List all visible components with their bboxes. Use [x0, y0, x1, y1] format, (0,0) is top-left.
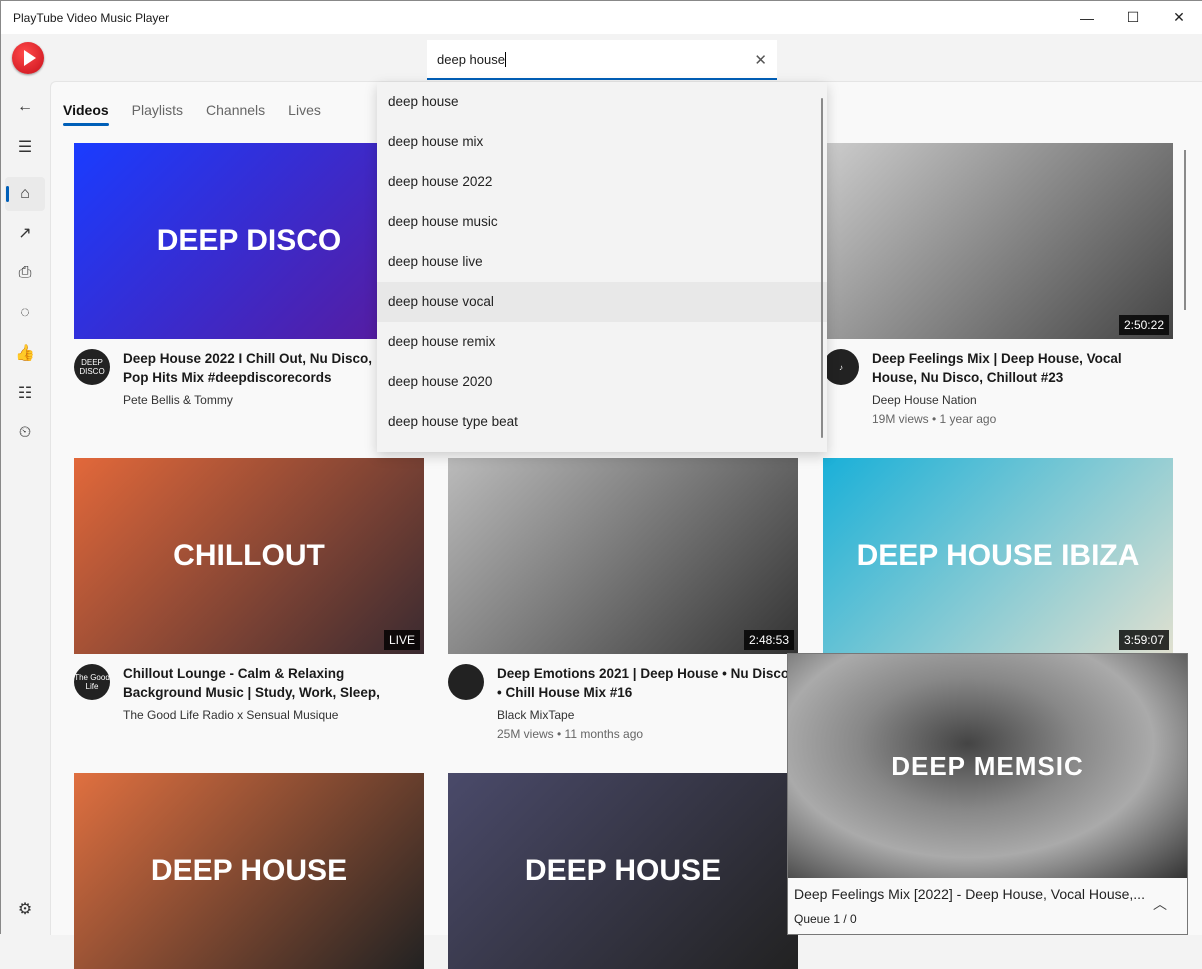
video-card[interactable]: DEEP HOUSE [448, 773, 798, 969]
video-card[interactable]: CHILLOUT LIVE The Good Life Chillout Loung… [74, 458, 424, 754]
video-stats: 19M views • 1 year ago [872, 412, 997, 426]
thumbnail-text: DEEP DISCO [156, 224, 342, 257]
thumbnail-text: DEEP HOUSE IBIZA [856, 539, 1140, 572]
suggestion-item[interactable]: deep house type beat [377, 402, 827, 442]
channel-name[interactable]: Deep House Nation [872, 393, 977, 407]
duration-badge: 3:59:07 [1118, 630, 1169, 650]
scrollbar[interactable] [1184, 150, 1186, 310]
trending-icon[interactable]: ↗ [5, 216, 45, 250]
menu-icon[interactable]: ☰ [5, 130, 45, 164]
suggestion-item[interactable]: deep house remix [377, 322, 827, 362]
liked-icon[interactable]: 👍 [5, 336, 45, 370]
suggestion-item[interactable]: deep house mix [377, 122, 827, 162]
channel-avatar[interactable]: DEEP DISCO [74, 349, 110, 385]
duration-badge: LIVE [383, 630, 420, 650]
search-value: deep house [437, 51, 505, 67]
video-title[interactable]: Chillout Lounge - Calm & Relaxing Backgr… [123, 664, 423, 702]
mini-player[interactable]: DEEP MEMSIC Deep Feelings Mix [2022] - D… [787, 653, 1188, 935]
title-bar: PlayTube Video Music Player — ☐ ✕ [1, 1, 1202, 34]
suggestion-item[interactable]: deep house 2020 [377, 362, 827, 402]
video-title[interactable]: Deep Emotions 2021 | Deep House • Nu Dis… [497, 664, 797, 702]
search-input[interactable]: deep house ✕ [427, 40, 777, 80]
suggestion-item[interactable]: deep house live [377, 242, 827, 282]
watch-later-icon[interactable]: ⏲ [5, 416, 45, 450]
channel-avatar[interactable]: ♪ [823, 349, 859, 385]
suggestion-item[interactable]: deep house vocal [377, 282, 827, 322]
app-logo-icon[interactable] [12, 42, 44, 74]
tab-lives[interactable]: Lives [288, 102, 321, 126]
expand-chevron-icon[interactable]: ︿ [1153, 894, 1167, 914]
channel-avatar[interactable] [448, 664, 484, 700]
video-stats: 25M views • 11 months ago [497, 727, 644, 741]
history-icon[interactable]: ◌ [5, 296, 45, 330]
subscriptions-icon[interactable]: ⎙ [5, 256, 45, 290]
tab-channels[interactable]: Channels [206, 102, 265, 126]
tab-videos[interactable]: Videos [63, 102, 109, 126]
suggestion-item[interactable]: deep house music [377, 202, 827, 242]
header: deep house ✕ [1, 34, 1202, 81]
video-thumbnail[interactable]: DEEP HOUSE [448, 773, 798, 969]
video-thumbnail[interactable]: DEEP HOUSE IBIZA 3:59:07 [823, 458, 1173, 654]
channel-name[interactable]: Black MixTape [497, 708, 574, 722]
video-thumbnail[interactable]: DEEP HOUSE [74, 773, 424, 969]
search-suggestions: deep house deep house mix deep house 2022 d… [377, 82, 827, 452]
video-overlay-text: DEEP MEMSIC [891, 750, 1084, 781]
mini-player-video[interactable]: DEEP MEMSIC [788, 654, 1187, 878]
maximize-button[interactable]: ☐ [1110, 1, 1156, 34]
app-title: PlayTube Video Music Player [13, 10, 170, 25]
duration-badge: 2:48:53 [743, 630, 794, 650]
video-card[interactable]: DEEP HOUSE IBIZA 3:59:07 [823, 458, 1173, 654]
home-icon[interactable]: ⌂ [5, 177, 45, 211]
back-icon[interactable]: ← [5, 90, 45, 124]
sidebar: ← ☰ ⌂ ↗ ⎙ ◌ 👍 ☷ ⏲ ⚙ [1, 81, 50, 935]
clear-search-icon[interactable]: ✕ [754, 51, 767, 69]
tabs: Videos Playlists Channels Lives [63, 102, 321, 126]
duration-badge: 2:50:22 [1118, 315, 1169, 335]
playlists-icon[interactable]: ☷ [5, 376, 45, 410]
video-card[interactable]: DEEP DISCO DEEP DISCO Deep House 2022 I C… [74, 143, 424, 439]
video-title[interactable]: Deep Feelings Mix | Deep House, Vocal Ho… [872, 349, 1172, 387]
queue-status: Queue 1 / 0 [794, 912, 857, 926]
video-thumbnail[interactable]: CHILLOUT LIVE [74, 458, 424, 654]
channel-name[interactable]: The Good Life Radio x Sensual Musique [123, 708, 338, 722]
video-thumbnail[interactable]: DEEP DISCO [74, 143, 424, 339]
thumbnail-text: DEEP HOUSE [524, 854, 722, 887]
tab-playlists[interactable]: Playlists [132, 102, 183, 126]
video-thumbnail[interactable]: 2:50:22 [823, 143, 1173, 339]
mini-player-title: Deep Feelings Mix [2022] - Deep House, V… [794, 886, 1145, 902]
video-card[interactable]: 2:48:53 Deep Emotions 2021 | Deep House … [448, 458, 798, 754]
thumbnail-text: DEEP HOUSE [150, 854, 348, 887]
channel-name[interactable]: Pete Bellis & Tommy [123, 393, 233, 407]
close-button[interactable]: ✕ [1156, 1, 1202, 34]
video-thumbnail[interactable]: 2:48:53 [448, 458, 798, 654]
channel-avatar[interactable]: The Good Life [74, 664, 110, 700]
video-card[interactable]: 2:50:22 ♪ Deep Feelings Mix | Deep House,… [823, 143, 1173, 439]
suggestion-item[interactable]: deep house [377, 82, 827, 122]
video-card[interactable]: DEEP HOUSE [74, 773, 424, 969]
thumbnail-text: CHILLOUT [173, 539, 325, 572]
suggestion-item[interactable]: deep house 2022 [377, 162, 827, 202]
suggestions-scrollbar[interactable] [821, 98, 823, 438]
settings-icon[interactable]: ⚙ [5, 892, 45, 926]
minimize-button[interactable]: — [1064, 1, 1110, 34]
